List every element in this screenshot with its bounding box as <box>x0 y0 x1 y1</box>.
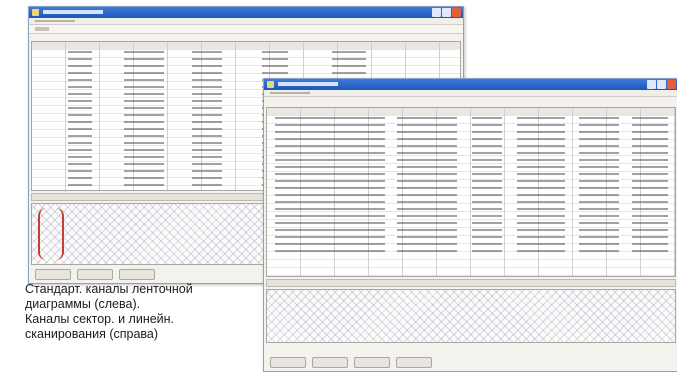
app-icon <box>32 9 39 16</box>
trace-line <box>38 208 64 260</box>
menu-items[interactable] <box>270 92 310 94</box>
window-controls <box>432 8 461 17</box>
channel-table[interactable] <box>266 107 676 277</box>
caption: Стандарт. каналы ленточной диаграммы (сл… <box>25 282 265 342</box>
column-data <box>397 117 457 257</box>
window-title <box>43 10 103 14</box>
window-controls <box>647 80 676 89</box>
column-data <box>632 117 668 257</box>
minimize-icon[interactable] <box>647 80 656 89</box>
minimize-icon[interactable] <box>432 8 441 17</box>
menu-items[interactable] <box>35 20 75 22</box>
menubar[interactable] <box>29 18 463 25</box>
action-button[interactable] <box>270 356 306 368</box>
plot-hatch <box>267 290 675 342</box>
action-button[interactable] <box>35 268 71 280</box>
action-button[interactable] <box>354 356 390 368</box>
caption-line: сканирования (справа) <box>25 327 159 341</box>
chart-preview <box>266 289 676 343</box>
app-icon <box>267 81 274 88</box>
tab-strip[interactable] <box>266 279 676 287</box>
action-button[interactable] <box>396 356 432 368</box>
column-data <box>192 51 222 190</box>
toolbar <box>29 25 463 34</box>
menubar[interactable] <box>264 90 677 97</box>
column-data <box>68 51 92 190</box>
button-bar <box>266 355 676 369</box>
maximize-icon[interactable] <box>657 80 666 89</box>
titlebar[interactable] <box>29 7 463 18</box>
action-button[interactable] <box>119 268 155 280</box>
titlebar[interactable] <box>264 79 677 90</box>
column-data <box>124 51 164 190</box>
close-icon[interactable] <box>452 8 461 17</box>
column-data <box>579 117 619 257</box>
action-button[interactable] <box>312 356 348 368</box>
close-icon[interactable] <box>667 80 676 89</box>
maximize-icon[interactable] <box>442 8 451 17</box>
caption-line: диаграммы (слева). <box>25 297 141 311</box>
column-data <box>472 117 502 257</box>
window-title <box>278 82 338 86</box>
action-button[interactable] <box>77 268 113 280</box>
caption-line: Стандарт. каналы ленточной <box>25 282 193 296</box>
column-data <box>517 117 565 257</box>
window-right <box>263 78 677 372</box>
caption-line: Каналы сектор. и линейн. <box>25 312 175 326</box>
column-data <box>275 117 385 257</box>
toolbar-button[interactable] <box>35 27 49 31</box>
